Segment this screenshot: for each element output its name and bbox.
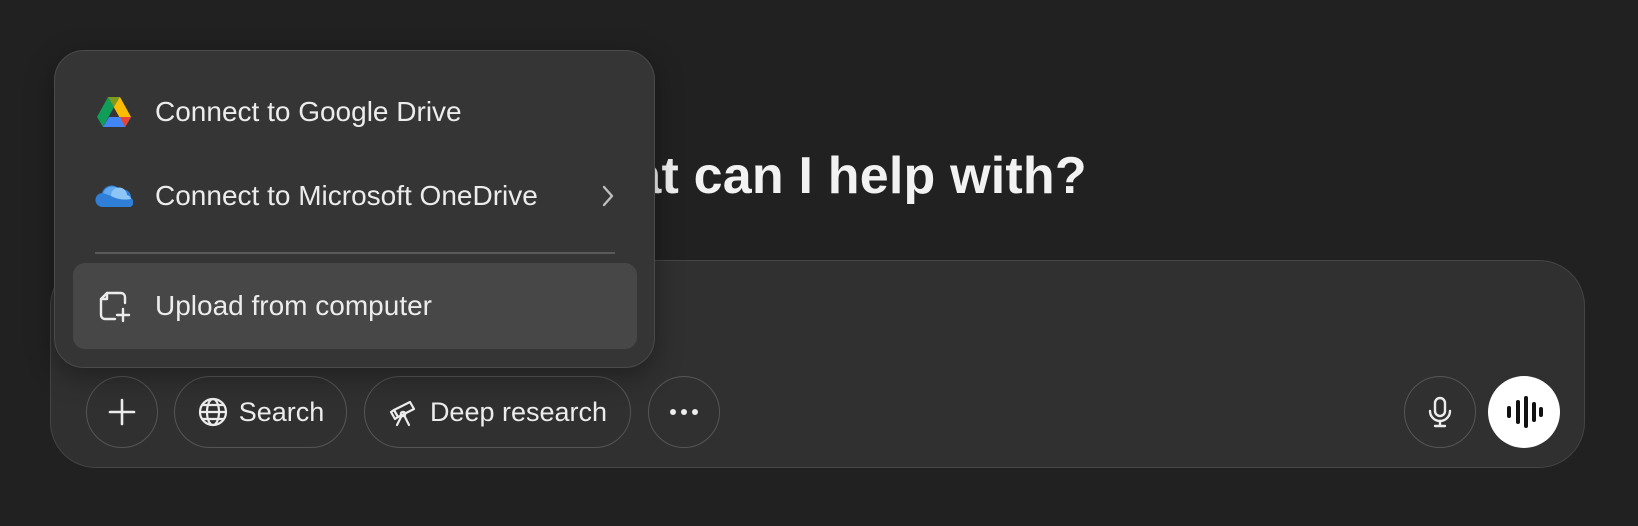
globe-icon <box>197 396 229 428</box>
ellipsis-icon <box>668 407 700 417</box>
attach-menu: Connect to Google Drive Connect to Micro… <box>54 50 655 368</box>
menu-item-label: Connect to Microsoft OneDrive <box>155 180 538 211</box>
menu-item-label: Upload from computer <box>155 290 433 321</box>
plus-icon <box>106 396 138 428</box>
search-label: Search <box>238 396 325 427</box>
google-drive-icon <box>95 93 133 131</box>
upload-file-icon <box>95 287 133 325</box>
menu-item-label: Connect to Google Drive <box>155 96 462 127</box>
more-button[interactable] <box>648 376 720 448</box>
app-root: What can I help with? Search Deep resear… <box>0 0 1638 526</box>
telescope-icon <box>388 396 420 428</box>
voice-mode-button[interactable] <box>1488 376 1560 448</box>
add-button[interactable] <box>86 376 158 448</box>
chevron-right-icon <box>601 184 615 208</box>
deep-research-button[interactable]: Deep research <box>364 376 631 448</box>
menu-item-onedrive[interactable]: Connect to Microsoft OneDrive <box>73 153 637 239</box>
dictate-button[interactable] <box>1404 376 1476 448</box>
voice-mode-icon <box>1504 395 1544 429</box>
deep-research-label: Deep research <box>429 396 608 427</box>
search-button[interactable]: Search <box>174 376 347 448</box>
menu-item-upload-from-computer[interactable]: Upload from computer <box>73 263 637 349</box>
menu-item-google-drive[interactable]: Connect to Google Drive <box>73 69 637 155</box>
microphone-icon <box>1425 395 1455 429</box>
menu-divider <box>95 252 615 254</box>
onedrive-icon <box>95 177 133 215</box>
